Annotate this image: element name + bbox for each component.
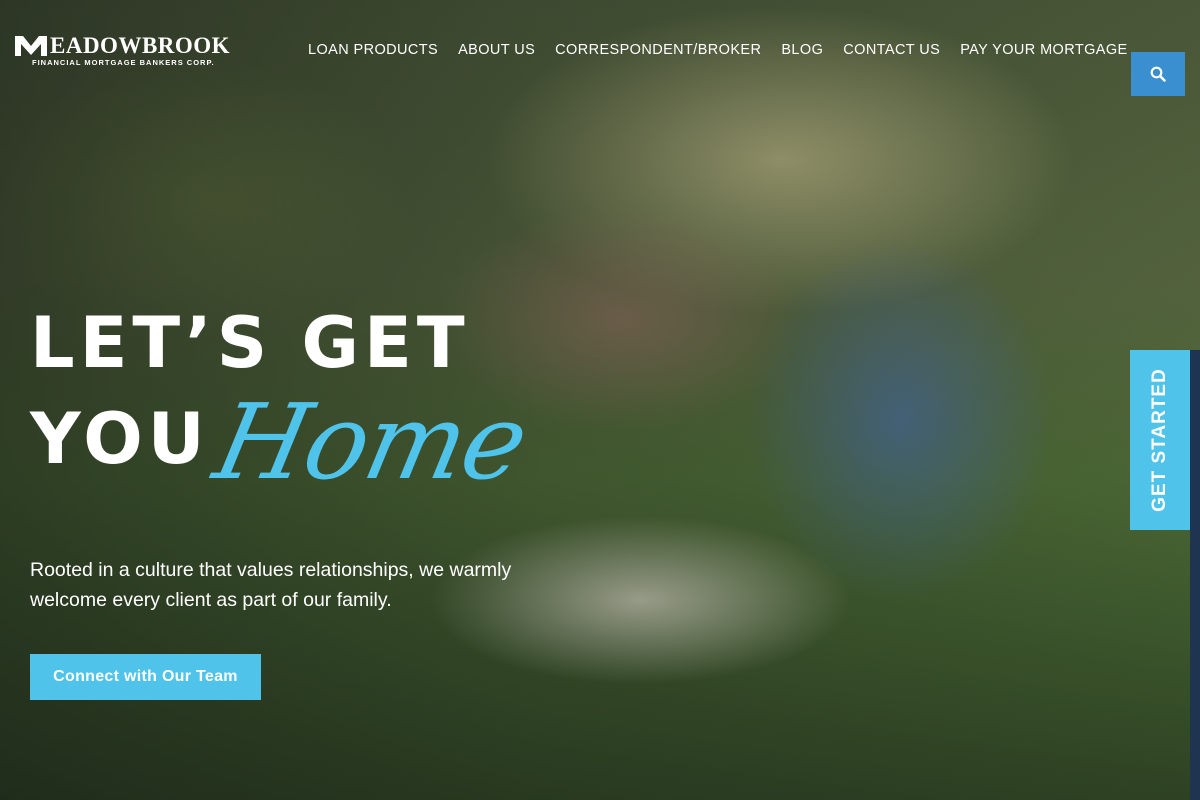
- search-icon: [1150, 66, 1166, 82]
- nav-item-loan-products[interactable]: LOAN PRODUCTS: [308, 42, 438, 58]
- site-header: EADOWBROOK FINANCIAL MORTGAGE BANKERS CO…: [0, 0, 1200, 110]
- headline-line-1: LET’S GET: [30, 302, 470, 384]
- nav-item-blog[interactable]: BLOG: [781, 42, 823, 58]
- nav-item-contact-us[interactable]: CONTACT US: [843, 42, 940, 58]
- logo-subtitle: FINANCIAL MORTGAGE BANKERS CORP.: [32, 58, 215, 67]
- meadowbrook-m-icon: [15, 36, 47, 56]
- nav-item-correspondent-broker[interactable]: CORRESPONDENT/BROKER: [555, 42, 761, 58]
- get-started-label: GET STARTED: [1149, 368, 1170, 512]
- search-button[interactable]: [1131, 52, 1185, 96]
- site-logo[interactable]: EADOWBROOK FINANCIAL MORTGAGE BANKERS CO…: [14, 33, 246, 71]
- hero-tagline: Rooted in a culture that values relation…: [30, 559, 512, 611]
- main-nav: LOAN PRODUCTS ABOUT US CORRESPONDENT/BRO…: [308, 42, 1148, 58]
- logo-wordmark: EADOWBROOK: [50, 33, 231, 58]
- edge-bar: [1190, 350, 1200, 800]
- hero-section: EADOWBROOK FINANCIAL MORTGAGE BANKERS CO…: [0, 0, 1200, 800]
- nav-item-pay-your-mortgage[interactable]: PAY YOUR MORTGAGE: [960, 42, 1127, 58]
- connect-with-team-button[interactable]: Connect with Our Team: [30, 654, 261, 700]
- nav-item-about-us[interactable]: ABOUT US: [458, 42, 535, 58]
- headline-script-word: Home: [205, 381, 537, 503]
- get-started-tab[interactable]: GET STARTED: [1130, 350, 1190, 530]
